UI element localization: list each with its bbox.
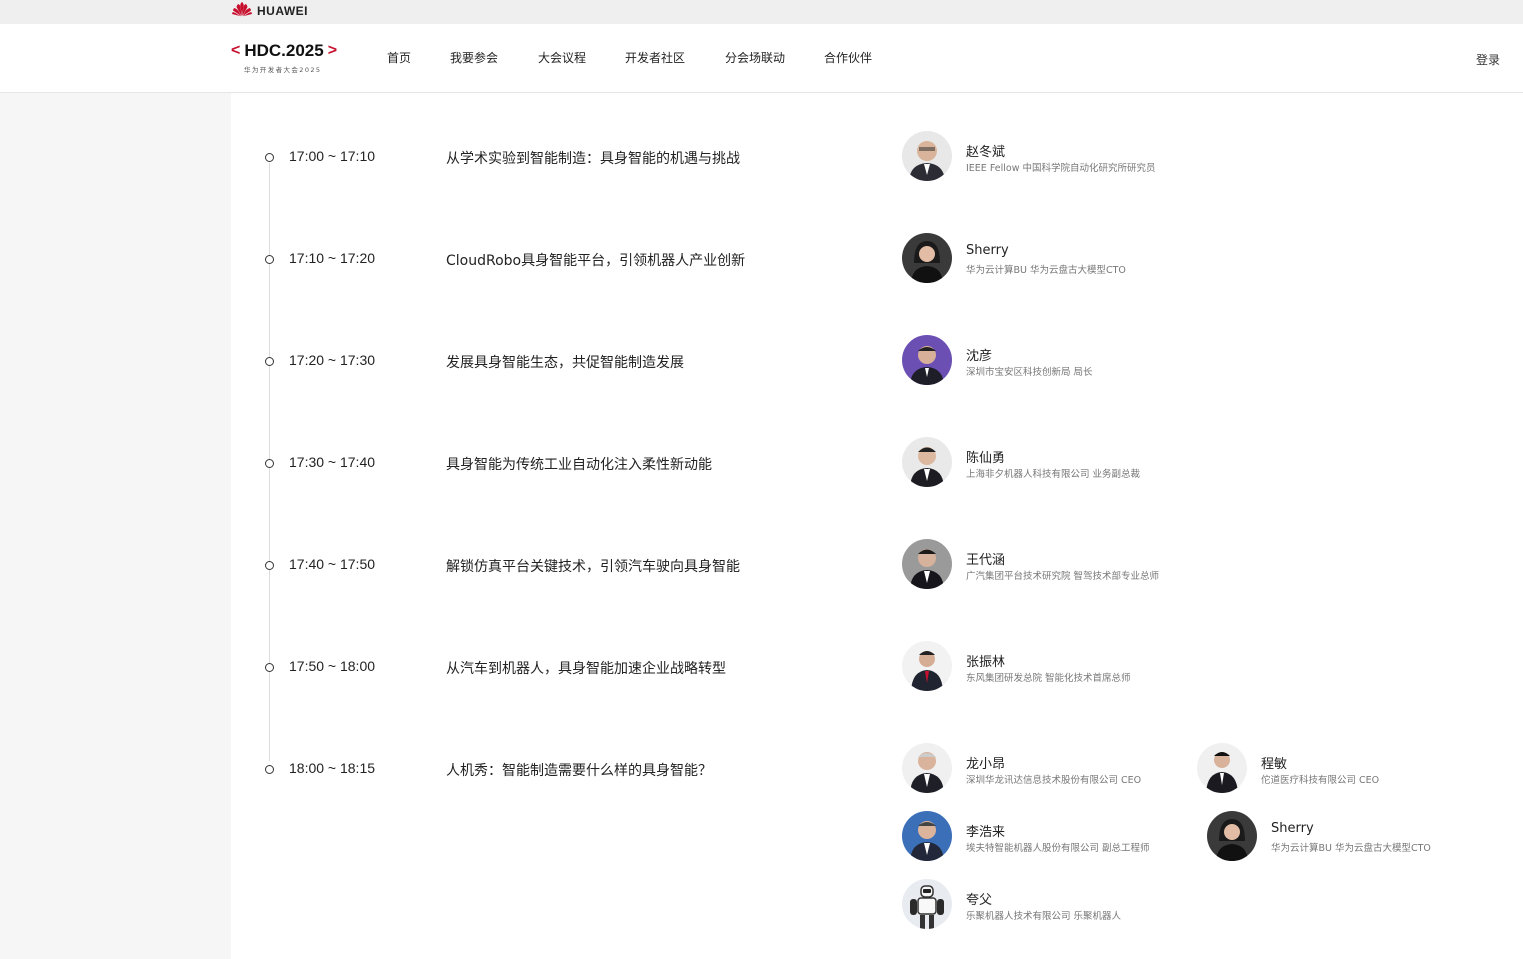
session-topic[interactable]: 人机秀：智能制造需要什么样的具身智能？	[446, 760, 712, 780]
speaker-title: 上海非夕机器人科技有限公司 业务副总裁	[966, 469, 1141, 480]
session-topic[interactable]: 从汽车到机器人，具身智能加速企业战略转型	[446, 658, 726, 678]
nav-item-branch-venues[interactable]: 分会场联动	[725, 49, 785, 66]
speaker-avatar	[902, 539, 952, 589]
login-link[interactable]: 登录	[1476, 51, 1500, 68]
speaker-name: 王代涵	[966, 553, 1006, 568]
speaker-name: 夸父	[966, 893, 993, 908]
speaker-avatar	[902, 437, 952, 487]
nav-item-register[interactable]: 我要参会	[450, 49, 498, 66]
speaker-title: 华为云计算BU 华为云盘古大模型CTO	[1271, 843, 1431, 854]
speaker-name: 赵冬斌	[966, 145, 1006, 160]
speaker-card[interactable]: 沈彦 深圳市宝安区科技创新局 局长	[902, 335, 1222, 387]
huawei-logo-icon	[231, 1, 253, 21]
timeline-dot	[265, 357, 274, 366]
speaker-card[interactable]: 赵冬斌 IEEE Fellow 中国科学院自动化研究所研究员	[902, 131, 1222, 183]
speaker-name: 张振林	[966, 655, 1006, 670]
speaker-title: 广汽集团平台技术研究院 智驾技术部专业总师	[966, 571, 1160, 582]
session-topic[interactable]: 发展具身智能生态，共促智能制造发展	[446, 352, 684, 372]
speaker-title: 佗道医疗科技有限公司 CEO	[1261, 775, 1380, 786]
speaker-title: 深圳市宝安区科技创新局 局长	[966, 367, 1093, 378]
nav-item-developer-community[interactable]: 开发者社区	[625, 49, 685, 66]
top-brand-bar: HUAWEI	[0, 0, 1523, 24]
session-time: 17:20 ~ 17:30	[289, 352, 376, 368]
speaker-name: 程敏	[1261, 757, 1288, 772]
speaker-name: 陈仙勇	[966, 451, 1006, 466]
nav-item-agenda[interactable]: 大会议程	[538, 49, 586, 66]
timeline-dot	[265, 153, 274, 162]
session-time: 17:40 ~ 17:50	[289, 556, 376, 572]
session-time: 17:10 ~ 17:20	[289, 250, 376, 266]
timeline-dot	[265, 663, 274, 672]
speaker-title: 华为云计算BU 华为云盘古大模型CTO	[966, 265, 1126, 276]
speaker-card[interactable]: 李浩来 埃夫特智能机器人股份有限公司 副总工程师	[902, 811, 1222, 863]
nav-item-partners[interactable]: 合作伙伴	[824, 49, 872, 66]
speaker-title: IEEE Fellow 中国科学院自动化研究所研究员	[966, 163, 1156, 174]
huawei-brand[interactable]: HUAWEI	[231, 2, 308, 20]
speaker-avatar	[1207, 811, 1257, 861]
speaker-avatar	[902, 811, 952, 861]
speaker-avatar	[902, 641, 952, 691]
session-time: 17:00 ~ 17:10	[289, 148, 376, 164]
session-topic[interactable]: 从学术实验到智能制造：具身智能的机遇与挑战	[446, 148, 740, 168]
session-topic[interactable]: 具身智能为传统工业自动化注入柔性新动能	[446, 454, 712, 474]
speaker-avatar	[902, 233, 952, 283]
speaker-avatar	[902, 335, 952, 385]
speaker-card[interactable]: 夸父 乐聚机器人技术有限公司 乐聚机器人	[902, 879, 1222, 931]
robot-avatar	[902, 879, 952, 929]
speaker-title: 埃夫特智能机器人股份有限公司 副总工程师	[966, 843, 1150, 854]
speaker-card[interactable]: Sherry 华为云计算BU 华为云盘古大模型CTO	[902, 233, 1222, 285]
nav-item-home[interactable]: 首页	[387, 49, 411, 66]
timeline-dot	[265, 561, 274, 570]
speaker-name: Sherry	[966, 243, 1009, 258]
main-nav: < HDC.2025 > 华为开发者大会2025 首页 我要参会 大会议程 开发…	[0, 24, 1523, 93]
speaker-name: 龙小昂	[966, 757, 1006, 772]
speaker-title: 东风集团研发总院 智能化技术首席总师	[966, 673, 1131, 684]
session-time: 18:00 ~ 18:15	[289, 760, 376, 776]
hdc-logo[interactable]: < HDC.2025 > 华为开发者大会2025	[231, 40, 341, 80]
speaker-name: Sherry	[1271, 821, 1314, 836]
speaker-avatar	[1197, 743, 1247, 793]
session-time: 17:50 ~ 18:00	[289, 658, 376, 674]
speaker-card[interactable]: 王代涵 广汽集团平台技术研究院 智驾技术部专业总师	[902, 539, 1222, 591]
timeline-dot	[265, 765, 274, 774]
speaker-avatar	[902, 743, 952, 793]
speaker-title: 深圳华龙讯达信息技术股份有限公司 CEO	[966, 775, 1142, 786]
speaker-card[interactable]: Sherry 华为云计算BU 华为云盘古大模型CTO	[1207, 811, 1523, 863]
session-time: 17:30 ~ 17:40	[289, 454, 376, 470]
speaker-card[interactable]: 程敏 佗道医疗科技有限公司 CEO	[1197, 743, 1517, 795]
speaker-card[interactable]: 张振林 东风集团研发总院 智能化技术首席总师	[902, 641, 1222, 693]
logo-right-bracket: >	[327, 42, 338, 59]
speaker-avatar	[902, 131, 952, 181]
huawei-brand-name: HUAWEI	[257, 4, 308, 18]
session-topic[interactable]: CloudRobo具身智能平台，引领机器人产业创新	[446, 250, 745, 270]
speaker-title: 乐聚机器人技术有限公司 乐聚机器人	[966, 911, 1122, 922]
logo-subtitle: 华为开发者大会2025	[244, 66, 322, 74]
logo-left-bracket: <	[231, 42, 241, 59]
speaker-card[interactable]: 陈仙勇 上海非夕机器人科技有限公司 业务副总裁	[902, 437, 1222, 489]
speaker-name: 沈彦	[966, 349, 993, 364]
session-topic[interactable]: 解锁仿真平台关键技术，引领汽车驶向具身智能	[446, 556, 740, 576]
timeline-dot	[265, 255, 274, 264]
timeline-dot	[265, 459, 274, 468]
speaker-name: 李浩来	[966, 825, 1006, 840]
agenda-content: 17:00 ~ 17:10 从学术实验到智能制造：具身智能的机遇与挑战 赵冬斌 …	[231, 93, 1523, 959]
speaker-card[interactable]: 龙小昂 深圳华龙讯达信息技术股份有限公司 CEO	[902, 743, 1222, 795]
logo-text: HDC.2025	[244, 41, 324, 60]
